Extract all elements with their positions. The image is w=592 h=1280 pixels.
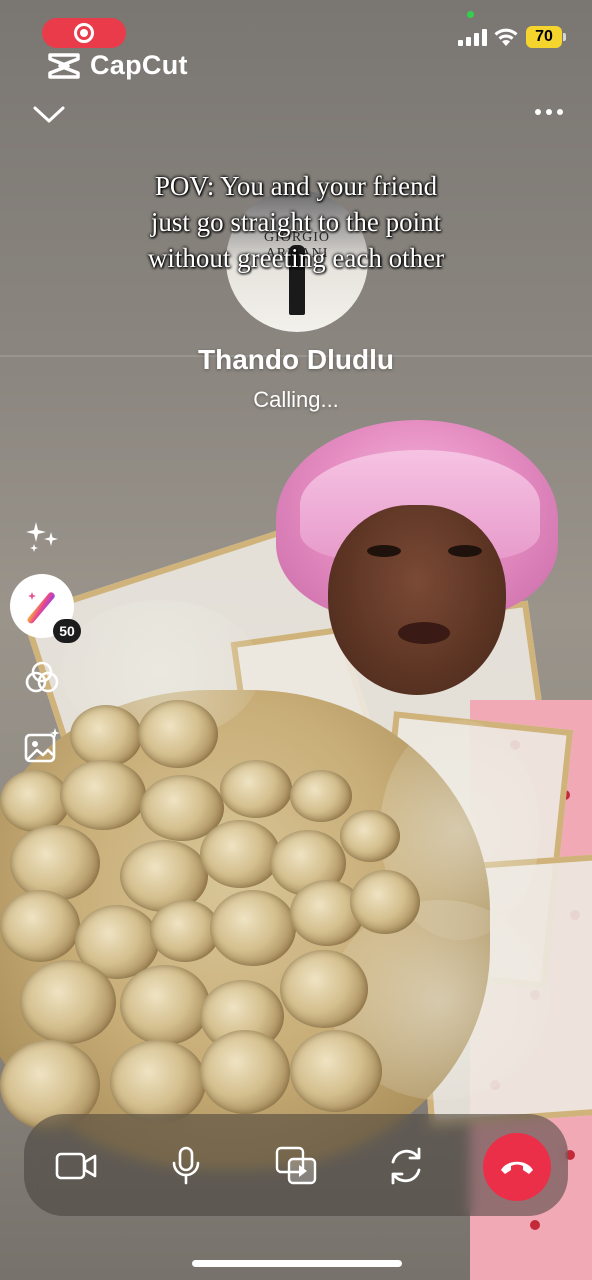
battery-indicator: 70: [526, 26, 566, 48]
cellular-signal-icon: [458, 28, 487, 46]
capcut-logo-icon: [48, 52, 80, 79]
capcut-logo-text: CapCut: [90, 50, 188, 80]
home-indicator[interactable]: [192, 1260, 402, 1267]
sparkles-effect-button[interactable]: [22, 516, 62, 556]
screen-recording-indicator[interactable]: [42, 18, 126, 48]
filters-icon: [25, 661, 59, 693]
contact-name: Thando Dludlu: [198, 344, 394, 375]
photo-sparkle-icon: [24, 728, 60, 763]
sparkles-icon: [26, 522, 58, 552]
caption-line-2: just go straight to the point: [150, 207, 442, 237]
call-status: Calling...: [253, 387, 339, 412]
flip-camera-icon: [391, 1147, 421, 1185]
video-caption: POV: You and your friend just go straigh…: [96, 168, 496, 276]
magic-wand-icon: [27, 592, 55, 624]
video-toggle-button[interactable]: [52, 1142, 100, 1190]
video-camera-icon: [55, 1152, 97, 1180]
face: [328, 505, 506, 695]
microphone-icon: [172, 1146, 200, 1185]
share-screen-icon: [275, 1146, 317, 1185]
end-call-icon: [501, 1161, 533, 1174]
background-image-button[interactable]: [22, 726, 62, 766]
magic-effect-count-badge: 50: [53, 619, 81, 643]
capcut-watermark: CapCut: [46, 50, 188, 81]
more-options-icon[interactable]: [535, 104, 567, 120]
camera-in-use-indicator: [467, 11, 474, 18]
flip-camera-button[interactable]: [382, 1142, 430, 1190]
wifi-icon: [494, 28, 518, 46]
end-call-button[interactable]: [483, 1133, 551, 1201]
caption-line-3: without greeting each other: [147, 243, 445, 273]
mute-button[interactable]: [162, 1142, 210, 1190]
record-icon: [74, 23, 94, 43]
minimize-chevron-icon[interactable]: [32, 102, 66, 126]
share-screen-button[interactable]: [272, 1142, 320, 1190]
caption-line-1: POV: You and your friend: [154, 171, 438, 201]
filters-button[interactable]: [22, 658, 62, 698]
